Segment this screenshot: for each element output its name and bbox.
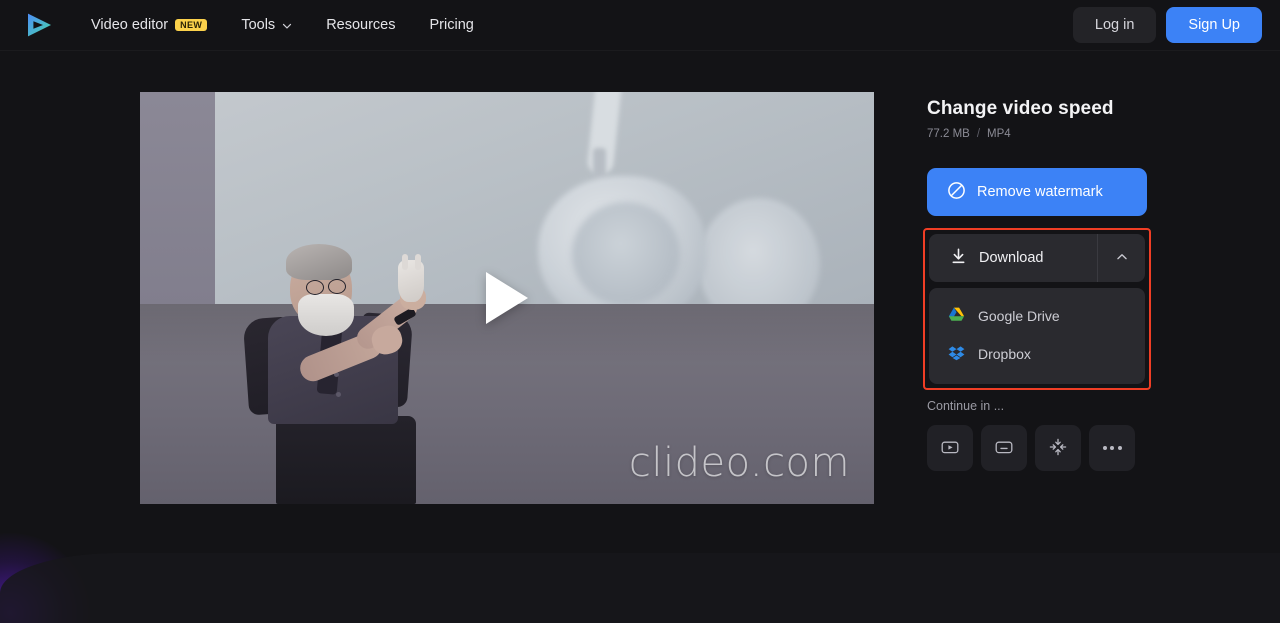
nav-item-pricing[interactable]: Pricing	[415, 10, 489, 40]
site-header: Video editor NEW Tools Resources Pricing…	[0, 0, 1280, 51]
new-badge: NEW	[175, 19, 207, 32]
meta-separator: /	[977, 128, 980, 140]
page-title: Change video speed	[927, 98, 1172, 120]
download-split-button: Download	[929, 234, 1145, 282]
presenter-figure	[202, 288, 512, 504]
continue-in-label: Continue in ...	[927, 399, 1172, 413]
nav-item-video-editor[interactable]: Video editor NEW	[76, 10, 222, 40]
continue-tool-compress-button[interactable]	[1035, 425, 1081, 471]
continue-tool-subtitles-button[interactable]	[981, 425, 1027, 471]
file-format: MP4	[987, 128, 1011, 140]
video-icon	[939, 436, 961, 461]
main-content: clideo.com Change video speed 77.2 MB / …	[0, 51, 1280, 504]
header-actions: Log in Sign Up	[1073, 7, 1262, 43]
nav-label-pricing: Pricing	[430, 17, 474, 33]
video-player[interactable]: clideo.com	[140, 92, 874, 504]
signup-button[interactable]: Sign Up	[1166, 7, 1262, 43]
no-entry-icon	[947, 181, 966, 204]
nav-label-tools: Tools	[241, 17, 275, 33]
result-panel: Change video speed 77.2 MB / MP4 Remove …	[927, 92, 1172, 504]
menu-item-dropbox[interactable]: Dropbox	[929, 335, 1145, 373]
continue-tool-more-button[interactable]	[1089, 425, 1135, 471]
more-icon	[1103, 446, 1122, 450]
download-label: Download	[979, 250, 1044, 266]
subtitles-icon	[993, 436, 1015, 461]
download-button[interactable]: Download	[929, 234, 1097, 282]
continue-tools-row	[927, 425, 1172, 471]
remove-watermark-label: Remove watermark	[977, 184, 1103, 200]
menu-label-google-drive: Google Drive	[978, 308, 1060, 324]
download-dropdown-menu: Google Drive Dropbox	[929, 288, 1145, 384]
clideo-play-logo[interactable]	[24, 10, 54, 40]
download-icon	[949, 247, 968, 270]
nav-item-tools[interactable]: Tools	[226, 10, 307, 40]
nav-item-resources[interactable]: Resources	[311, 10, 410, 40]
file-meta: 77.2 MB / MP4	[927, 128, 1172, 140]
menu-item-google-drive[interactable]: Google Drive	[929, 297, 1145, 335]
file-size: 77.2 MB	[927, 128, 970, 140]
chevron-down-icon	[282, 19, 292, 29]
main-nav: Video editor NEW Tools Resources Pricing	[76, 10, 489, 40]
menu-label-dropbox: Dropbox	[978, 346, 1031, 362]
login-button[interactable]: Log in	[1073, 7, 1157, 43]
google-drive-icon	[948, 306, 965, 326]
section-divider	[0, 553, 1280, 623]
chevron-up-icon	[1115, 250, 1129, 267]
play-icon[interactable]	[486, 272, 528, 324]
dropbox-icon	[948, 344, 965, 364]
compress-icon	[1047, 436, 1069, 461]
nav-label-resources: Resources	[326, 17, 395, 33]
video-watermark: clideo.com	[629, 440, 850, 486]
nav-label-video-editor: Video editor	[91, 17, 168, 33]
download-highlight-box: Download	[923, 228, 1151, 390]
download-dropdown-toggle[interactable]	[1097, 234, 1145, 282]
remove-watermark-button[interactable]: Remove watermark	[927, 168, 1147, 216]
continue-tool-video-button[interactable]	[927, 425, 973, 471]
